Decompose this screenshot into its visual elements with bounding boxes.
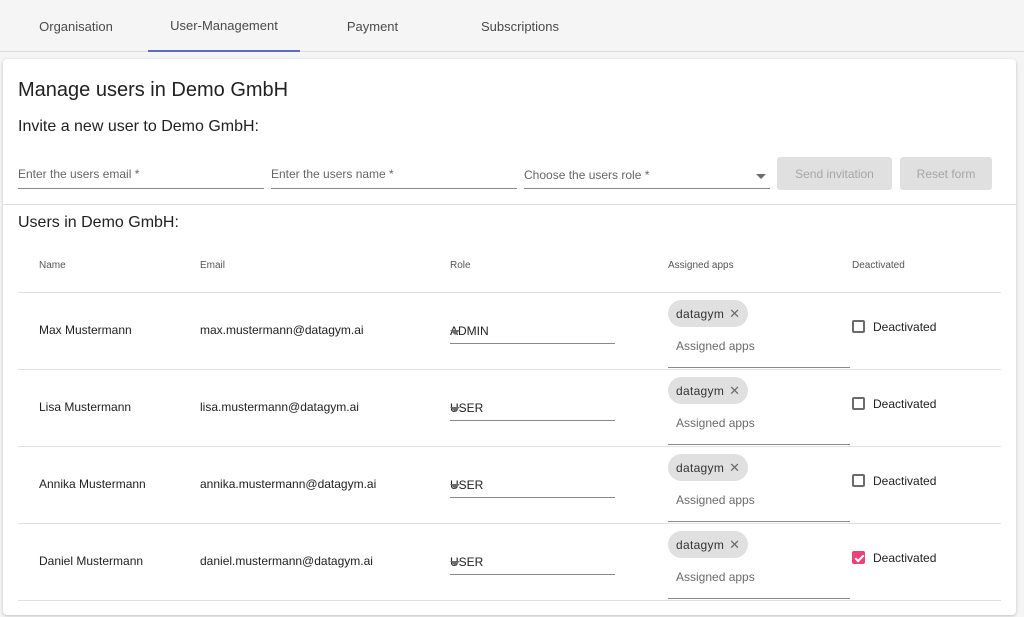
invite-role-placeholder: Choose the users role * — [524, 168, 650, 182]
user-email: annika.mustermann@datagym.ai — [200, 477, 377, 491]
caret-down-icon — [450, 330, 460, 335]
assigned-apps-input[interactable]: Assigned apps — [676, 493, 755, 507]
close-icon[interactable]: ✕ — [729, 383, 740, 399]
app-chip-label: datagym — [676, 383, 725, 398]
invite-email-field[interactable] — [18, 159, 264, 189]
invite-section-title: Invite a new user to Demo GmbH: — [18, 118, 259, 135]
invite-name-field[interactable] — [271, 159, 517, 189]
row-divider — [18, 292, 1001, 293]
user-email: daniel.mustermann@datagym.ai — [200, 554, 373, 568]
tab-payment[interactable]: Payment — [320, 0, 425, 52]
section-divider — [3, 204, 1016, 205]
role-select[interactable]: USER — [450, 395, 615, 421]
column-header-name: Name — [39, 260, 66, 271]
assigned-apps-underline — [668, 367, 850, 368]
app-chip-label: datagym — [676, 306, 725, 321]
user-email: max.mustermann@datagym.ai — [200, 323, 364, 337]
role-select[interactable]: USER — [450, 549, 615, 575]
invite-email-input[interactable] — [18, 159, 264, 181]
caret-down-icon — [756, 174, 766, 179]
app-chip: datagym ✕ — [668, 300, 749, 327]
column-header-role: Role — [450, 260, 471, 271]
role-select[interactable]: USER — [450, 472, 615, 498]
user-name: Daniel Mustermann — [39, 554, 144, 568]
deactivated-checkbox[interactable] — [852, 397, 865, 410]
invite-role-select[interactable]: Choose the users role * — [524, 159, 770, 189]
role-select[interactable]: ADMIN — [450, 318, 615, 344]
users-section-title: Users in Demo GmbH: — [18, 214, 179, 231]
assigned-apps-underline — [668, 521, 850, 522]
user-name: Max Mustermann — [39, 323, 132, 337]
send-invitation-button[interactable]: Send invitation — [777, 157, 892, 190]
deactivated-label: Deactivated — [873, 474, 937, 488]
deactivated-label: Deactivated — [873, 551, 937, 565]
column-header-assigned-apps: Assigned apps — [668, 260, 734, 271]
tab-subscriptions[interactable]: Subscriptions — [460, 0, 580, 52]
close-icon[interactable]: ✕ — [729, 306, 740, 322]
reset-form-button[interactable]: Reset form — [900, 157, 992, 190]
row-divider — [18, 446, 1001, 447]
row-divider — [18, 369, 1001, 370]
app-chip-label: datagym — [676, 537, 725, 552]
caret-down-icon — [450, 484, 460, 489]
app-chip-label: datagym — [676, 460, 725, 475]
row-divider — [18, 600, 1001, 601]
close-icon[interactable]: ✕ — [729, 537, 740, 553]
deactivated-label: Deactivated — [873, 397, 937, 411]
column-header-deactivated: Deactivated — [852, 260, 905, 271]
deactivated-checkbox[interactable] — [852, 551, 865, 564]
caret-down-icon — [450, 561, 460, 566]
tab-user-management[interactable]: User-Management — [148, 0, 300, 52]
page-title: Manage users in Demo GmbH — [18, 79, 289, 101]
app-chip: datagym ✕ — [668, 454, 749, 481]
tab-bar: Organisation User-Management Payment Sub… — [0, 0, 1024, 52]
assigned-apps-underline — [668, 444, 850, 445]
user-name: Lisa Mustermann — [39, 400, 132, 414]
row-divider — [18, 523, 1001, 524]
column-header-email: Email — [200, 260, 226, 271]
assigned-apps-underline — [668, 598, 850, 599]
assigned-apps-input[interactable]: Assigned apps — [676, 339, 755, 353]
assigned-apps-input[interactable]: Assigned apps — [676, 570, 755, 584]
user-management-card: Manage users in Demo GmbH Invite a new u… — [3, 59, 1016, 615]
caret-down-icon — [450, 407, 460, 412]
deactivated-checkbox[interactable] — [852, 320, 865, 333]
invite-name-input[interactable] — [271, 159, 517, 181]
close-icon[interactable]: ✕ — [729, 460, 740, 476]
app-chip: datagym ✕ — [668, 377, 749, 404]
user-email: lisa.mustermann@datagym.ai — [200, 400, 359, 414]
deactivated-checkbox[interactable] — [852, 474, 865, 487]
assigned-apps-input[interactable]: Assigned apps — [676, 416, 755, 430]
tab-organisation[interactable]: Organisation — [18, 0, 134, 52]
deactivated-label: Deactivated — [873, 320, 937, 334]
user-name: Annika Mustermann — [39, 477, 146, 491]
app-chip: datagym ✕ — [668, 531, 749, 558]
